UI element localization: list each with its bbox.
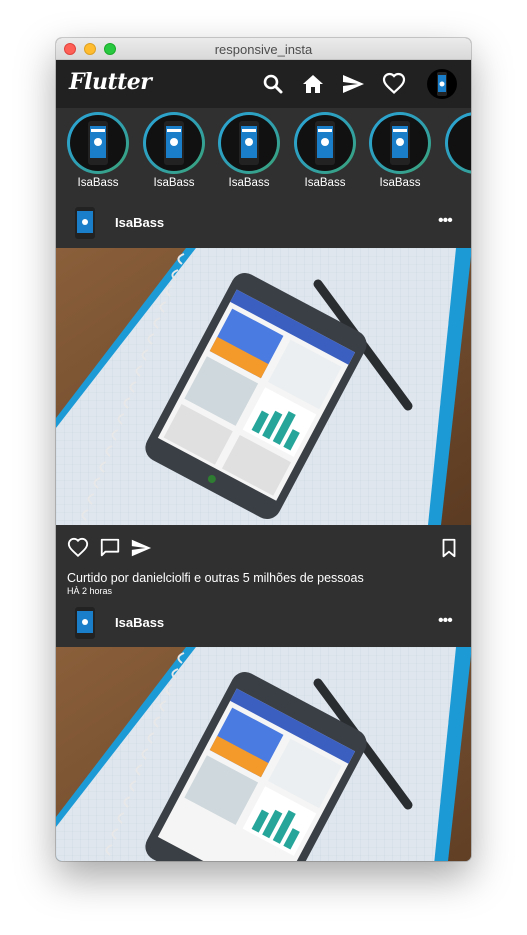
post-avatar[interactable] — [74, 607, 96, 639]
app-bar: Flutter — [56, 60, 471, 108]
story-ring — [218, 112, 280, 174]
story-item[interactable]: IsaBass — [368, 112, 432, 189]
profile-avatar[interactable] — [427, 69, 457, 99]
more-options-icon[interactable]: ••• — [438, 212, 453, 230]
story-ring — [369, 112, 431, 174]
post-username[interactable]: IsaBass — [115, 215, 164, 230]
heart-icon[interactable] — [382, 72, 406, 96]
comment-icon[interactable] — [99, 537, 121, 559]
story-label: IsaBass — [153, 177, 195, 189]
story-avatar — [372, 115, 428, 171]
story-avatar — [70, 115, 126, 171]
post-actions — [56, 525, 471, 571]
story-avatar — [146, 115, 202, 171]
share-icon[interactable] — [130, 537, 152, 559]
story-ring — [143, 112, 205, 174]
story-item[interactable]: IsaBass — [66, 112, 130, 189]
post-timestamp: HÀ 2 horas — [67, 586, 113, 596]
story-label: IsaBass — [228, 177, 270, 189]
post-caption: Curtido por danielciolfi e outras 5 milh… — [56, 571, 471, 601]
app-logo: Flutter — [69, 69, 152, 95]
app-window: responsive_insta Flutter IsaBass IsaBass… — [56, 38, 471, 861]
send-icon[interactable] — [341, 72, 365, 96]
post-username[interactable]: IsaBass — [115, 615, 164, 630]
home-icon[interactable] — [301, 72, 325, 96]
story-item-partial[interactable] — [444, 112, 471, 174]
story-label: IsaBass — [77, 177, 119, 189]
window-title: responsive_insta — [214, 42, 313, 57]
more-options-icon[interactable]: ••• — [438, 612, 453, 630]
story-avatar — [297, 115, 353, 171]
story-item[interactable]: IsaBass — [293, 112, 357, 189]
search-icon[interactable] — [261, 72, 285, 96]
post-image[interactable] — [56, 248, 471, 525]
like-icon[interactable] — [67, 537, 89, 559]
story-item[interactable]: IsaBass — [217, 112, 281, 189]
title-bar: responsive_insta — [56, 38, 471, 60]
story-item[interactable]: IsaBass — [142, 112, 206, 189]
story-ring — [67, 112, 129, 174]
story-avatar — [448, 115, 471, 171]
story-ring — [445, 112, 471, 174]
story-ring — [294, 112, 356, 174]
post-header: IsaBass ••• — [56, 601, 471, 647]
post-image[interactable] — [56, 647, 471, 861]
likes-text[interactable]: Curtido por danielciolfi e outras 5 milh… — [67, 571, 460, 586]
story-label: IsaBass — [304, 177, 346, 189]
post-header: IsaBass ••• — [56, 198, 471, 248]
story-label: IsaBass — [379, 177, 421, 189]
bookmark-icon[interactable] — [438, 537, 460, 559]
story-avatar — [221, 115, 277, 171]
post-avatar[interactable] — [74, 207, 96, 239]
stories-bar: IsaBass IsaBass IsaBass IsaBass IsaBass — [56, 108, 471, 198]
